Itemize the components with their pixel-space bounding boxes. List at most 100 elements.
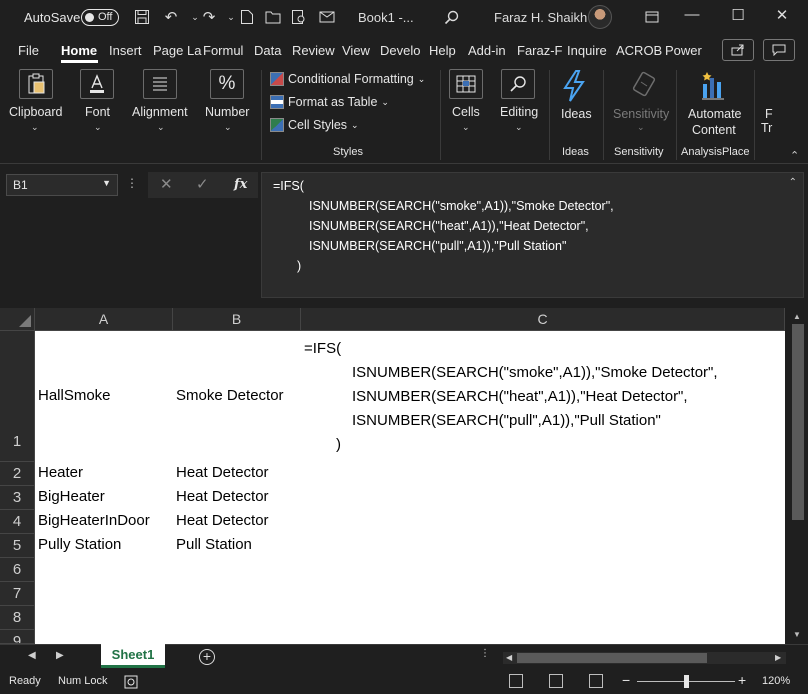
redo-icon[interactable]: ↷ [200,8,218,26]
cells-label[interactable]: Cells [452,105,480,119]
tab-view[interactable]: View [342,43,370,58]
chevron-down-icon[interactable]: ⌄ [94,122,102,133]
row-header-7[interactable]: 7 [0,582,35,606]
row-header-6[interactable]: 6 [0,558,35,582]
automate-label-1[interactable]: Automate [688,107,742,121]
formula-input[interactable]: =IFS( ISNUMBER(SEARCH("smoke",A1)),"Smok… [261,172,804,298]
editing-label[interactable]: Editing [500,105,538,119]
tab-insert[interactable]: Insert [109,43,142,58]
cell-b5[interactable]: Pull Station [176,536,252,553]
avatar[interactable] [588,5,612,29]
scroll-left-icon[interactable]: ◀ [506,653,512,662]
column-header-a[interactable]: A [35,308,173,331]
row-header-5[interactable]: 5 [0,534,35,558]
chevron-down-icon[interactable]: ⌄ [515,122,523,133]
tab-home[interactable]: Home [61,43,97,58]
zoom-in-button[interactable]: + [738,672,746,688]
scroll-up-icon[interactable]: ▲ [793,312,801,321]
cell-a1[interactable]: HallSmoke [38,387,111,404]
scroll-right-icon[interactable]: ▶ [775,653,781,662]
vertical-scrollbar[interactable]: ▲ ▼ [789,308,808,644]
font-icon[interactable] [80,69,114,99]
cells-area[interactable]: HallSmoke Smoke Detector =IFS( ISNUMBER(… [35,331,785,644]
share-button[interactable] [722,39,754,61]
tab-inquire[interactable]: Inquire [567,43,607,58]
page-layout-view-icon[interactable] [549,674,563,688]
cell-styles-button[interactable]: Cell Styles ⌄ [270,118,359,132]
automate-content-icon[interactable] [699,70,729,107]
chevron-down-icon[interactable]: ⌄ [224,122,232,133]
tab-acrobat[interactable]: ACROB [616,43,662,58]
cell-b2[interactable]: Heat Detector [176,464,269,481]
save-icon[interactable] [133,8,151,26]
cell-a4[interactable]: BigHeaterInDoor [38,512,150,529]
cancel-icon[interactable]: ✕ [160,175,173,193]
prev-sheet-icon[interactable]: ◀ [28,650,36,661]
tab-developer[interactable]: Develo [380,43,420,58]
autosave-toggle[interactable]: Off [81,9,119,26]
scroll-down-icon[interactable]: ▼ [793,630,801,639]
open-folder-icon[interactable] [264,8,282,26]
normal-view-icon[interactable] [509,674,523,688]
cell-a3[interactable]: BigHeater [38,488,105,505]
cutoff-label-1[interactable]: F [765,107,773,121]
automate-label-2[interactable]: Content [692,123,736,137]
enter-check-icon[interactable]: ✓ [196,175,209,193]
clipboard-icon[interactable] [19,69,53,99]
cell-a5[interactable]: Pully Station [38,536,121,553]
sheet-tab-sheet1[interactable]: Sheet1 [101,644,165,668]
zoom-level[interactable]: 120% [762,675,790,687]
tab-split-handle-icon[interactable]: ⋮ [480,648,490,659]
cell-c1-line[interactable]: ISNUMBER(SEARCH("smoke",A1)),"Smoke Dete… [352,364,718,381]
collapse-formula-bar-icon[interactable]: ⌃ [789,177,797,188]
font-label[interactable]: Font [85,105,110,119]
ideas-lightning-icon[interactable] [560,70,588,107]
row-header-3[interactable]: 3 [0,486,35,510]
clipboard-label[interactable]: Clipboard [9,105,63,119]
next-sheet-icon[interactable]: ▶ [56,650,64,661]
tab-review[interactable]: Review [292,43,335,58]
cell-b4[interactable]: Heat Detector [176,512,269,529]
chevron-down-icon[interactable]: ⌄ [462,122,470,133]
cell-c1-line[interactable]: ISNUMBER(SEARCH("heat",A1)),"Heat Detect… [352,388,688,405]
undo-icon[interactable]: ↶ [162,8,180,26]
column-header-c[interactable]: C [301,308,785,331]
percent-icon[interactable]: % [210,69,244,99]
chevron-down-icon[interactable]: ⌄ [31,122,39,133]
print-preview-icon[interactable] [290,8,308,26]
minimize-button[interactable]: — [682,6,702,28]
search-icon[interactable] [442,8,460,26]
cell-b3[interactable]: Heat Detector [176,488,269,505]
cell-a2[interactable]: Heater [38,464,83,481]
conditional-formatting-button[interactable]: Conditional Formatting ⌄ [270,72,425,86]
maximize-button[interactable]: ☐ [728,6,748,28]
add-sheet-icon[interactable]: + [199,649,215,665]
chevron-down-icon[interactable]: ⌄ [157,122,165,133]
chevron-down-icon[interactable]: ▼ [102,178,111,188]
cell-b1[interactable]: Smoke Detector [176,387,284,404]
tab-data[interactable]: Data [254,43,281,58]
name-box[interactable]: B1 ▼ [6,174,118,196]
horizontal-scrollbar[interactable]: ◀ ▶ [503,652,786,664]
cell-c1-line[interactable]: =IFS( [304,340,341,357]
new-file-icon[interactable] [238,8,256,26]
zoom-out-button[interactable]: − [622,672,630,688]
row-header-2[interactable]: 2 [0,462,35,486]
tab-formulas[interactable]: Formul [203,43,243,58]
cell-c1-line[interactable]: ) [336,436,341,453]
horizontal-scroll-thumb[interactable] [517,653,707,663]
zoom-slider-thumb[interactable] [684,675,689,688]
tab-help[interactable]: Help [429,43,456,58]
column-header-b[interactable]: B [173,308,301,331]
row-header-8[interactable]: 8 [0,606,35,630]
accessibility-icon[interactable] [124,675,138,692]
comments-button[interactable] [763,39,795,61]
ideas-label[interactable]: Ideas [561,107,592,121]
close-button[interactable]: ✕ [772,6,792,28]
alignment-icon[interactable] [143,69,177,99]
tab-file[interactable]: File [18,43,39,58]
cells-icon[interactable] [449,69,483,99]
vertical-scroll-thumb[interactable] [792,324,804,520]
tab-custom[interactable]: Faraz-F [517,43,563,58]
insert-function-icon[interactable]: fx [234,177,247,192]
